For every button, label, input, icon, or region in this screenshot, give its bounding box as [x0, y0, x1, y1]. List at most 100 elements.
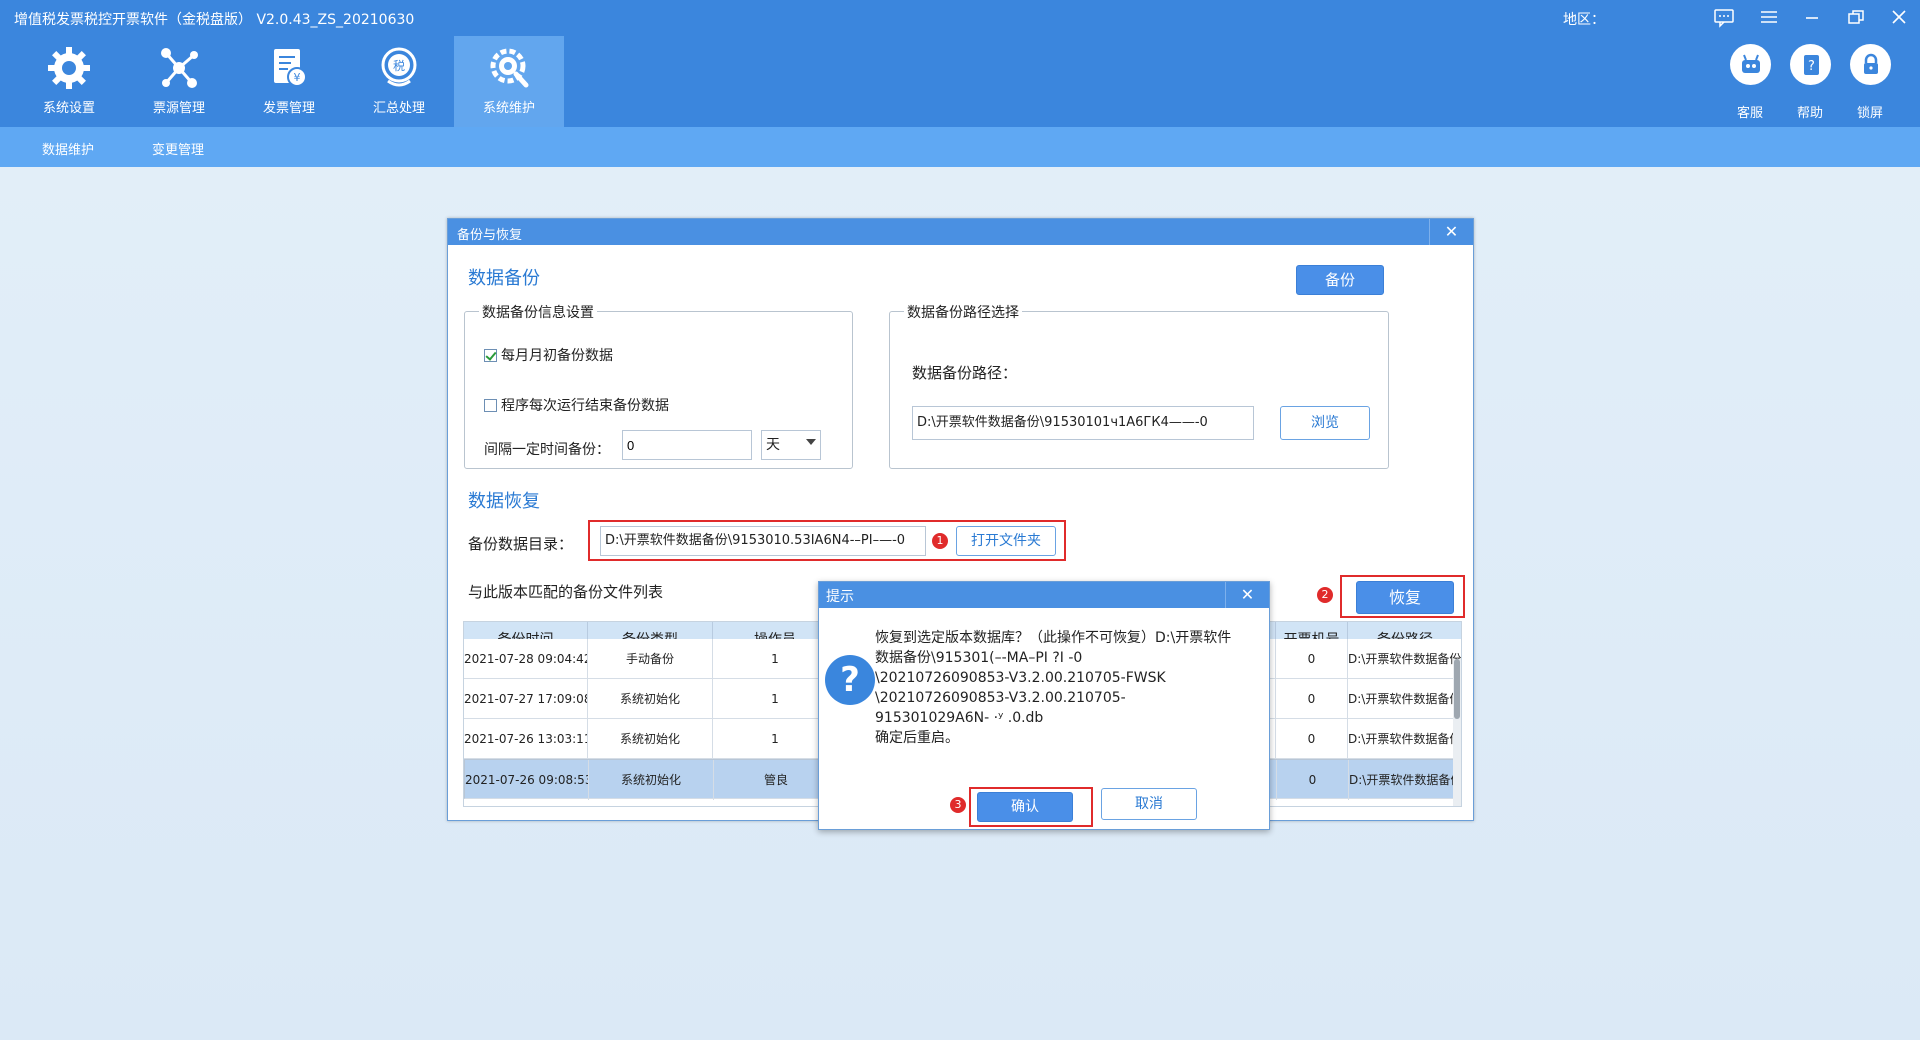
- cell-time: 2021-07-28 09:04:42: [464, 639, 588, 679]
- tab-label: 系统维护: [482, 101, 535, 116]
- tab-label: 票源管理: [152, 101, 205, 116]
- lock-screen-button[interactable]: 锁屏: [1840, 44, 1900, 124]
- message-line: 数据备份\915301(–-MA–PI ?I -0: [875, 650, 1083, 666]
- step-badge-3: 3: [950, 797, 966, 813]
- backup-path-group: 数据备份路径选择 数据备份路径： D:\开票软件数据备份\91530101ч1A…: [889, 302, 1389, 469]
- prompt-message: 恢复到选定版本数据库？（此操作不可恢复）D:\开票软件 数据备份\915301(…: [875, 628, 1260, 748]
- tab-label: 系统设置: [42, 101, 95, 116]
- customer-service-button[interactable]: 客服: [1720, 44, 1780, 124]
- prompt-title: 提示: [819, 582, 1269, 608]
- sub-navigation: 数据维护 变更管理: [0, 127, 1920, 167]
- cell-machine-no: 0: [1276, 639, 1348, 679]
- subnav-data-maintenance[interactable]: 数据维护: [42, 139, 94, 158]
- scrollbar-thumb[interactable]: [1454, 659, 1460, 719]
- backup-list-title: 与此版本匹配的备份文件列表: [468, 583, 664, 601]
- open-folder-button[interactable]: 打开文件夹: [956, 526, 1056, 556]
- invoice-icon: ¥: [274, 49, 307, 87]
- checkbox-checked[interactable]: [484, 348, 497, 362]
- customer-service-label: 客服: [1736, 106, 1763, 121]
- cell-time: 2021-07-26 13:03:11: [464, 719, 588, 759]
- robot-icon: [1730, 44, 1771, 85]
- cell-machine-no: 0: [1276, 679, 1348, 719]
- message-line: \20210726090853-V3.2.00.210705-: [875, 690, 1126, 706]
- region-label: 地区：: [1563, 12, 1605, 28]
- help-book-icon: ?: [1790, 44, 1831, 85]
- svg-text:¥: ¥: [294, 71, 301, 84]
- svg-text:?: ?: [1808, 59, 1815, 74]
- cancel-button[interactable]: 取消: [1101, 788, 1197, 820]
- help-label: 帮助: [1796, 106, 1823, 121]
- confirm-prompt-dialog: 提示 ✕ ? 恢复到选定版本数据库？（此操作不可恢复）D:\开票软件 数据备份\…: [818, 581, 1270, 830]
- tab-label: 发票管理: [262, 101, 315, 116]
- network-icon: [161, 48, 198, 88]
- dialog-close-button[interactable]: ✕: [1429, 219, 1473, 245]
- help-button[interactable]: ? 帮助: [1780, 44, 1840, 124]
- tab-summary[interactable]: 税 汇总处理: [344, 36, 454, 127]
- confirm-button[interactable]: 确认: [977, 792, 1073, 822]
- restore-section-title: 数据恢复: [468, 491, 540, 512]
- message-line: 915301029A6N- ·ʸ .0.db: [875, 710, 1044, 726]
- cell-path: D:\开票软件数据备份\: [1348, 679, 1461, 719]
- lock-screen-label: 锁屏: [1856, 106, 1883, 121]
- tab-ticket-source[interactable]: 票源管理: [124, 36, 234, 127]
- maintenance-gear-icon: [490, 48, 529, 88]
- backup-section-title: 数据备份: [468, 268, 540, 289]
- backup-button[interactable]: 备份: [1296, 265, 1384, 295]
- interval-label: 间隔一定时间备份：: [484, 442, 610, 458]
- path-label: 数据备份路径：: [912, 364, 1018, 382]
- monthly-backup-checkbox[interactable]: 每月月初备份数据: [484, 345, 613, 365]
- table-scrollbar[interactable]: [1453, 659, 1461, 806]
- message-line: 恢复到选定版本数据库？（此操作不可恢复）D:\开票软件: [875, 630, 1232, 646]
- interval-input[interactable]: [622, 430, 752, 460]
- restore-icon[interactable]: [1844, 6, 1868, 28]
- backup-info-group: 数据备份信息设置 每月月初备份数据 程序每次运行结束备份数据 间隔一定时间备份：…: [464, 302, 853, 469]
- tab-label: 汇总处理: [372, 101, 425, 116]
- group-legend: 数据备份信息设置: [479, 302, 597, 322]
- cell-type: 系统初始化: [588, 719, 713, 759]
- cell-time: 2021-07-27 17:09:08: [464, 679, 588, 719]
- step-badge-2: 2: [1317, 587, 1333, 603]
- cell-machine-no: 0: [1276, 719, 1348, 759]
- gear-icon: [48, 47, 90, 89]
- restore-dir-input[interactable]: D:\开票软件数据备份\9153010.53IA6N4-–PI–—-0: [600, 526, 926, 556]
- interval-unit-select[interactable]: 天: [761, 430, 821, 460]
- tax-summary-icon: 税: [381, 47, 417, 87]
- tab-invoice-management[interactable]: ¥ 发票管理: [234, 36, 344, 127]
- restore-dir-label: 备份数据目录：: [468, 535, 574, 553]
- cell-type: 系统初始化: [588, 679, 713, 719]
- select-value: 天: [766, 437, 780, 453]
- cell-time: 2021-07-26 09:08:53: [465, 760, 589, 800]
- cell-path: D:\开票软件数据备份\: [1348, 639, 1461, 679]
- browse-button[interactable]: 浏览: [1280, 406, 1370, 440]
- menu-icon[interactable]: [1757, 6, 1781, 28]
- checkbox-label: 每月月初备份数据: [501, 348, 613, 364]
- svg-text:税: 税: [393, 59, 405, 73]
- checkbox-label: 程序每次运行结束备份数据: [501, 398, 669, 414]
- backup-path-input[interactable]: D:\开票软件数据备份\91530101ч1A6ГК4——-0: [912, 406, 1254, 440]
- checkbox-unchecked[interactable]: [484, 398, 497, 412]
- cell-type: 系统初始化: [589, 760, 714, 800]
- chevron-down-icon: [806, 439, 816, 445]
- message-line: 确定后重启。: [875, 730, 959, 746]
- tab-system-maintenance[interactable]: 系统维护: [454, 36, 564, 127]
- restore-button[interactable]: 恢复: [1356, 581, 1454, 614]
- cell-type: 手动备份: [588, 639, 713, 679]
- cell-path: D:\开票软件数据备份\: [1348, 719, 1461, 759]
- cell-machine-no: 0: [1277, 760, 1349, 800]
- group-legend: 数据备份路径选择: [904, 302, 1022, 322]
- app-title: 增值税发票税控开票软件（金税盘版） V2.0.43_ZS_20210630: [14, 12, 415, 28]
- step-badge-1: 1: [932, 533, 948, 549]
- dialog-title: 备份与恢复: [448, 219, 1473, 245]
- close-icon[interactable]: [1887, 6, 1911, 28]
- lock-icon: [1850, 44, 1891, 85]
- cell-path: D:\开票软件数据备份\: [1349, 760, 1461, 800]
- minimize-icon[interactable]: [1800, 6, 1824, 28]
- question-icon: ?: [825, 655, 875, 705]
- exit-backup-checkbox[interactable]: 程序每次运行结束备份数据: [484, 395, 669, 415]
- tab-system-settings[interactable]: 系统设置: [14, 36, 124, 127]
- top-header: 增值税发票税控开票软件（金税盘版） V2.0.43_ZS_20210630 地区…: [0, 0, 1920, 127]
- prompt-close-button[interactable]: ✕: [1225, 582, 1269, 608]
- message-line: \20210726090853-V3.2.00.210705-FWSK: [875, 670, 1166, 686]
- subnav-change-management[interactable]: 变更管理: [152, 139, 204, 158]
- message-icon[interactable]: [1712, 6, 1736, 28]
